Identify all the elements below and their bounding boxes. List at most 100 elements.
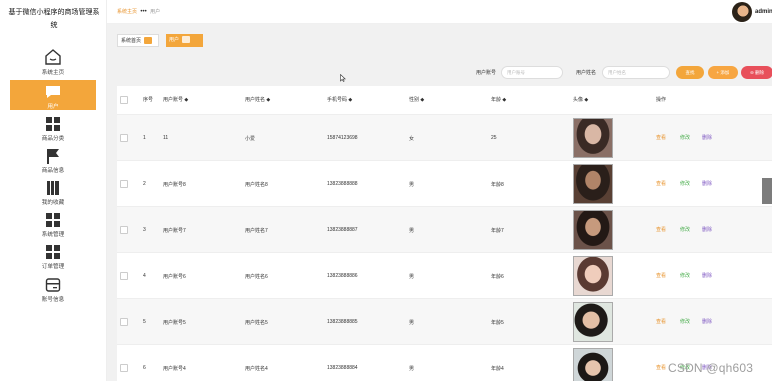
view-link[interactable]: 查看 xyxy=(656,226,666,233)
cell-name: 用户姓名8 xyxy=(245,182,268,188)
view-link[interactable]: 查看 xyxy=(656,180,666,187)
view-link[interactable]: 查看 xyxy=(656,318,666,325)
breadcrumb-separator: ••• xyxy=(140,9,147,15)
scrollbar-thumb[interactable] xyxy=(762,178,772,204)
tab-home[interactable]: 系统首页 xyxy=(117,34,159,47)
avatar xyxy=(573,256,613,296)
select-all-checkbox[interactable] xyxy=(120,96,128,104)
cell-age: 年龄8 xyxy=(491,182,504,188)
view-link[interactable]: 查看 xyxy=(656,134,666,141)
row-checkbox[interactable] xyxy=(120,226,128,234)
delete-link[interactable]: 删除 xyxy=(702,272,712,279)
bookmark-icon xyxy=(47,181,59,195)
sidebar-item-label: 系统管理 xyxy=(41,232,65,238)
edit-link[interactable]: 修改 xyxy=(680,272,690,279)
cell-phone: 13823888885 xyxy=(327,319,358,325)
app-title: 基于微信小程序的商场管理系统 xyxy=(8,9,100,29)
admin-username[interactable]: admin xyxy=(755,9,772,15)
cell-index: 2 xyxy=(143,181,146,187)
close-icon[interactable] xyxy=(144,37,153,45)
account-search-input[interactable]: 用户账号 xyxy=(501,66,563,79)
sidebar-item-label: 我的收藏 xyxy=(41,200,65,206)
home-icon xyxy=(45,49,61,65)
cell-account: 用户账号4 xyxy=(163,366,186,372)
cell-age: 年龄7 xyxy=(491,228,504,234)
view-link[interactable]: 查看 xyxy=(656,364,666,371)
header-actions: 操作 xyxy=(656,97,667,103)
delete-link[interactable]: 删除 xyxy=(702,318,712,325)
cell-age: 年龄5 xyxy=(491,320,504,326)
cell-gender: 男 xyxy=(409,228,415,234)
edit-link[interactable]: 修改 xyxy=(680,134,690,141)
row-checkbox[interactable] xyxy=(120,180,128,188)
view-link[interactable]: 查看 xyxy=(656,272,666,279)
chat-icon xyxy=(46,86,60,98)
cell-name: 用户姓名4 xyxy=(245,366,268,372)
row-checkbox[interactable] xyxy=(120,134,128,142)
tab-label: 系统首页 xyxy=(121,38,142,44)
sidebar-item-user[interactable]: 用户 xyxy=(10,80,96,110)
sidebar-item-home[interactable]: 系统主页 xyxy=(10,48,96,78)
header-account[interactable]: 用户账号 ◆ xyxy=(163,86,188,114)
delete-link[interactable]: 删除 xyxy=(702,134,712,141)
cell-gender: 男 xyxy=(409,320,415,326)
sidebar-item-orders[interactable]: 订单管理 xyxy=(10,244,96,272)
search-button[interactable]: 查找 xyxy=(676,66,704,79)
delete-link[interactable]: 删除 xyxy=(702,226,712,233)
sidebar-item-label: 商品分类 xyxy=(41,136,65,142)
header-name[interactable]: 用户姓名 ◆ xyxy=(245,86,270,114)
header-avatar[interactable]: 头像 ◆ xyxy=(573,86,588,114)
avatar xyxy=(573,348,613,381)
row-checkbox[interactable] xyxy=(120,364,128,372)
delete-link[interactable]: 删除 xyxy=(702,180,712,187)
cell-name: 用户姓名6 xyxy=(245,274,268,280)
avatar xyxy=(573,118,613,158)
sidebar-item-favorites[interactable]: 我的收藏 xyxy=(10,180,96,208)
cell-phone: 13823888887 xyxy=(327,227,358,233)
table-row: 3 用户账号7 用户姓名7 13823888887 男 年龄7 查看 修改 删除 xyxy=(117,206,772,252)
avatar xyxy=(573,210,613,250)
cell-gender: 女 xyxy=(409,136,415,142)
edit-link[interactable]: 修改 xyxy=(680,318,690,325)
tab-user[interactable]: 用户 xyxy=(166,34,203,47)
sidebar-item-label: 账号信息 xyxy=(41,297,65,303)
sidebar-item-product[interactable]: 商品信息 xyxy=(10,148,96,176)
cell-index: 6 xyxy=(143,365,146,371)
table-row: 5 用户账号5 用户姓名5 13823888885 男 年龄5 查看 修改 删除 xyxy=(117,298,772,344)
name-label: 用户姓名 xyxy=(576,70,597,76)
header-phone[interactable]: 手机号码 ◆ xyxy=(327,86,352,114)
cell-name: 用户姓名5 xyxy=(245,320,268,326)
cell-age: 25 xyxy=(491,135,497,141)
close-icon[interactable] xyxy=(182,36,191,44)
edit-link[interactable]: 修改 xyxy=(680,226,690,233)
edit-link[interactable]: 修改 xyxy=(680,180,690,187)
watermark: CSDN @qh603 xyxy=(668,361,754,375)
sidebar-item-account[interactable]: 账号信息 xyxy=(10,277,96,305)
cell-gender: 男 xyxy=(409,366,415,372)
sidebar: 基于微信小程序的商场管理系统 系统主页 用户 商品分类 商品信息 我的收藏 系统… xyxy=(0,0,107,381)
sidebar-item-category[interactable]: 商品分类 xyxy=(10,116,96,144)
tab-label: 用户 xyxy=(169,37,180,43)
sidebar-item-label: 用户 xyxy=(47,104,59,110)
cell-phone: 13823888886 xyxy=(327,273,358,279)
cell-index: 5 xyxy=(143,319,146,325)
breadcrumb-home[interactable]: 系统主页 xyxy=(117,9,137,15)
cell-account: 用户账号5 xyxy=(163,320,186,326)
table-row: 1 11 小爱 15874123698 女 25 查看 修改 删除 xyxy=(117,114,772,160)
cell-account: 用户账号7 xyxy=(163,228,186,234)
row-checkbox[interactable] xyxy=(120,272,128,280)
add-button[interactable]: + 添加 xyxy=(708,66,738,79)
cell-age: 年龄6 xyxy=(491,274,504,280)
cell-index: 3 xyxy=(143,227,146,233)
avatar[interactable] xyxy=(732,2,752,22)
name-search-input[interactable]: 用户姓名 xyxy=(602,66,670,79)
sidebar-item-system[interactable]: 系统管理 xyxy=(10,212,96,240)
header-gender[interactable]: 性别 ◆ xyxy=(409,86,424,114)
grid-icon xyxy=(46,245,60,259)
delete-button[interactable]: ⊖ 删除 xyxy=(741,66,772,79)
cell-account: 用户账号6 xyxy=(163,274,186,280)
table-row: 2 用户账号8 用户姓名8 13823888888 男 年龄8 查看 修改 删除 xyxy=(117,160,772,206)
row-checkbox[interactable] xyxy=(120,318,128,326)
header-age[interactable]: 年龄 ◆ xyxy=(491,86,506,114)
breadcrumb: 系统主页 ••• 用户 xyxy=(117,8,160,15)
